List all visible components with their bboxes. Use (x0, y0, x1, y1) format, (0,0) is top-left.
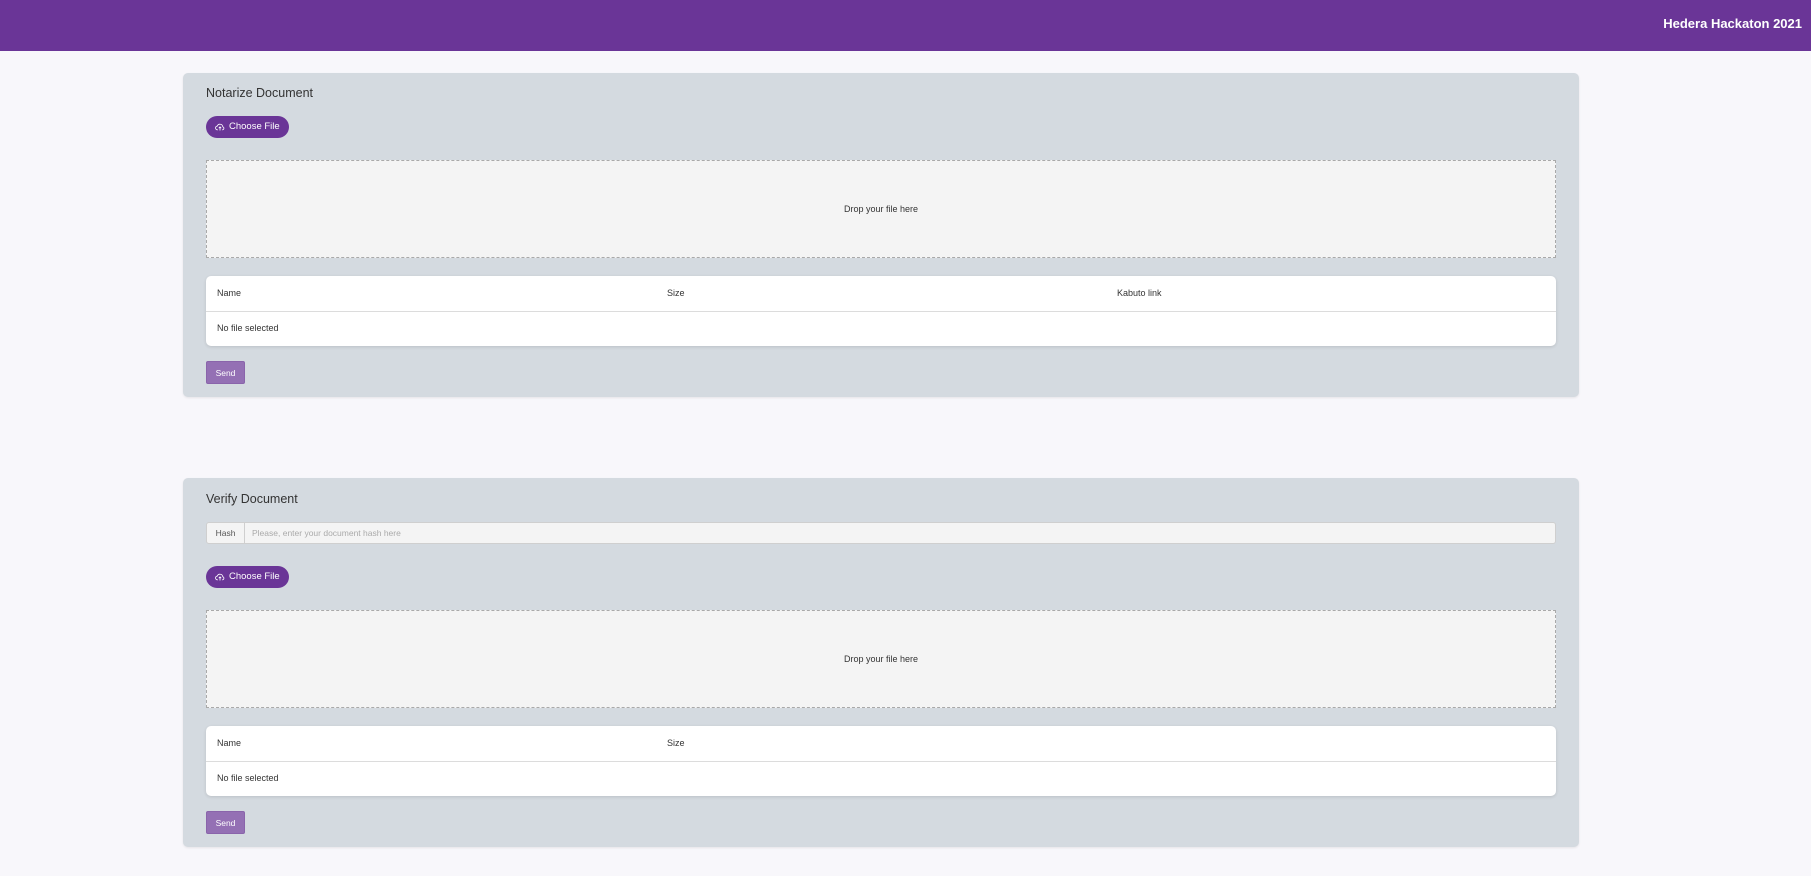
notarize-card: Notarize Document Choose File Drop your … (183, 73, 1579, 397)
top-navbar: Hedera Hackaton 2021 (0, 0, 1811, 51)
hash-label: Hash (206, 522, 245, 544)
column-header-size: Size (667, 738, 685, 748)
notarize-dropzone[interactable]: Drop your file here (206, 160, 1556, 258)
notarize-table-header: Name Size Kabuto link (206, 276, 1556, 312)
column-header-kabuto-link: Kabuto link (1117, 288, 1162, 298)
notarize-send-button[interactable]: Send (206, 361, 245, 384)
column-header-name: Name (217, 288, 242, 298)
notarize-choose-file-button[interactable]: Choose File (206, 116, 289, 138)
notarize-dropzone-text: Drop your file here (843, 204, 919, 214)
verify-card: Verify Document Hash Choose File Drop yo… (183, 478, 1579, 847)
verify-send-button[interactable]: Send (206, 811, 245, 834)
cloud-upload-icon (215, 122, 225, 132)
app-title: Hedera Hackaton 2021 (1663, 16, 1802, 31)
verify-choose-file-button[interactable]: Choose File (206, 566, 289, 588)
column-header-name: Name (217, 738, 242, 748)
hash-input[interactable] (245, 522, 1556, 544)
notarize-title: Notarize Document (206, 86, 313, 100)
verify-empty-row: No file selected (217, 773, 279, 783)
hash-input-group: Hash (206, 522, 1556, 544)
verify-file-table: Name Size No file selected (206, 726, 1556, 796)
verify-choose-file-label: Choose File (229, 571, 280, 582)
verify-title: Verify Document (206, 492, 298, 506)
notarize-choose-file-label: Choose File (229, 121, 280, 132)
cloud-upload-icon (215, 572, 225, 582)
notarize-file-table: Name Size Kabuto link No file selected (206, 276, 1556, 346)
column-header-size: Size (667, 288, 685, 298)
verify-dropzone[interactable]: Drop your file here (206, 610, 1556, 708)
notarize-empty-row: No file selected (217, 323, 279, 333)
verify-dropzone-text: Drop your file here (843, 654, 919, 664)
verify-table-header: Name Size (206, 726, 1556, 762)
